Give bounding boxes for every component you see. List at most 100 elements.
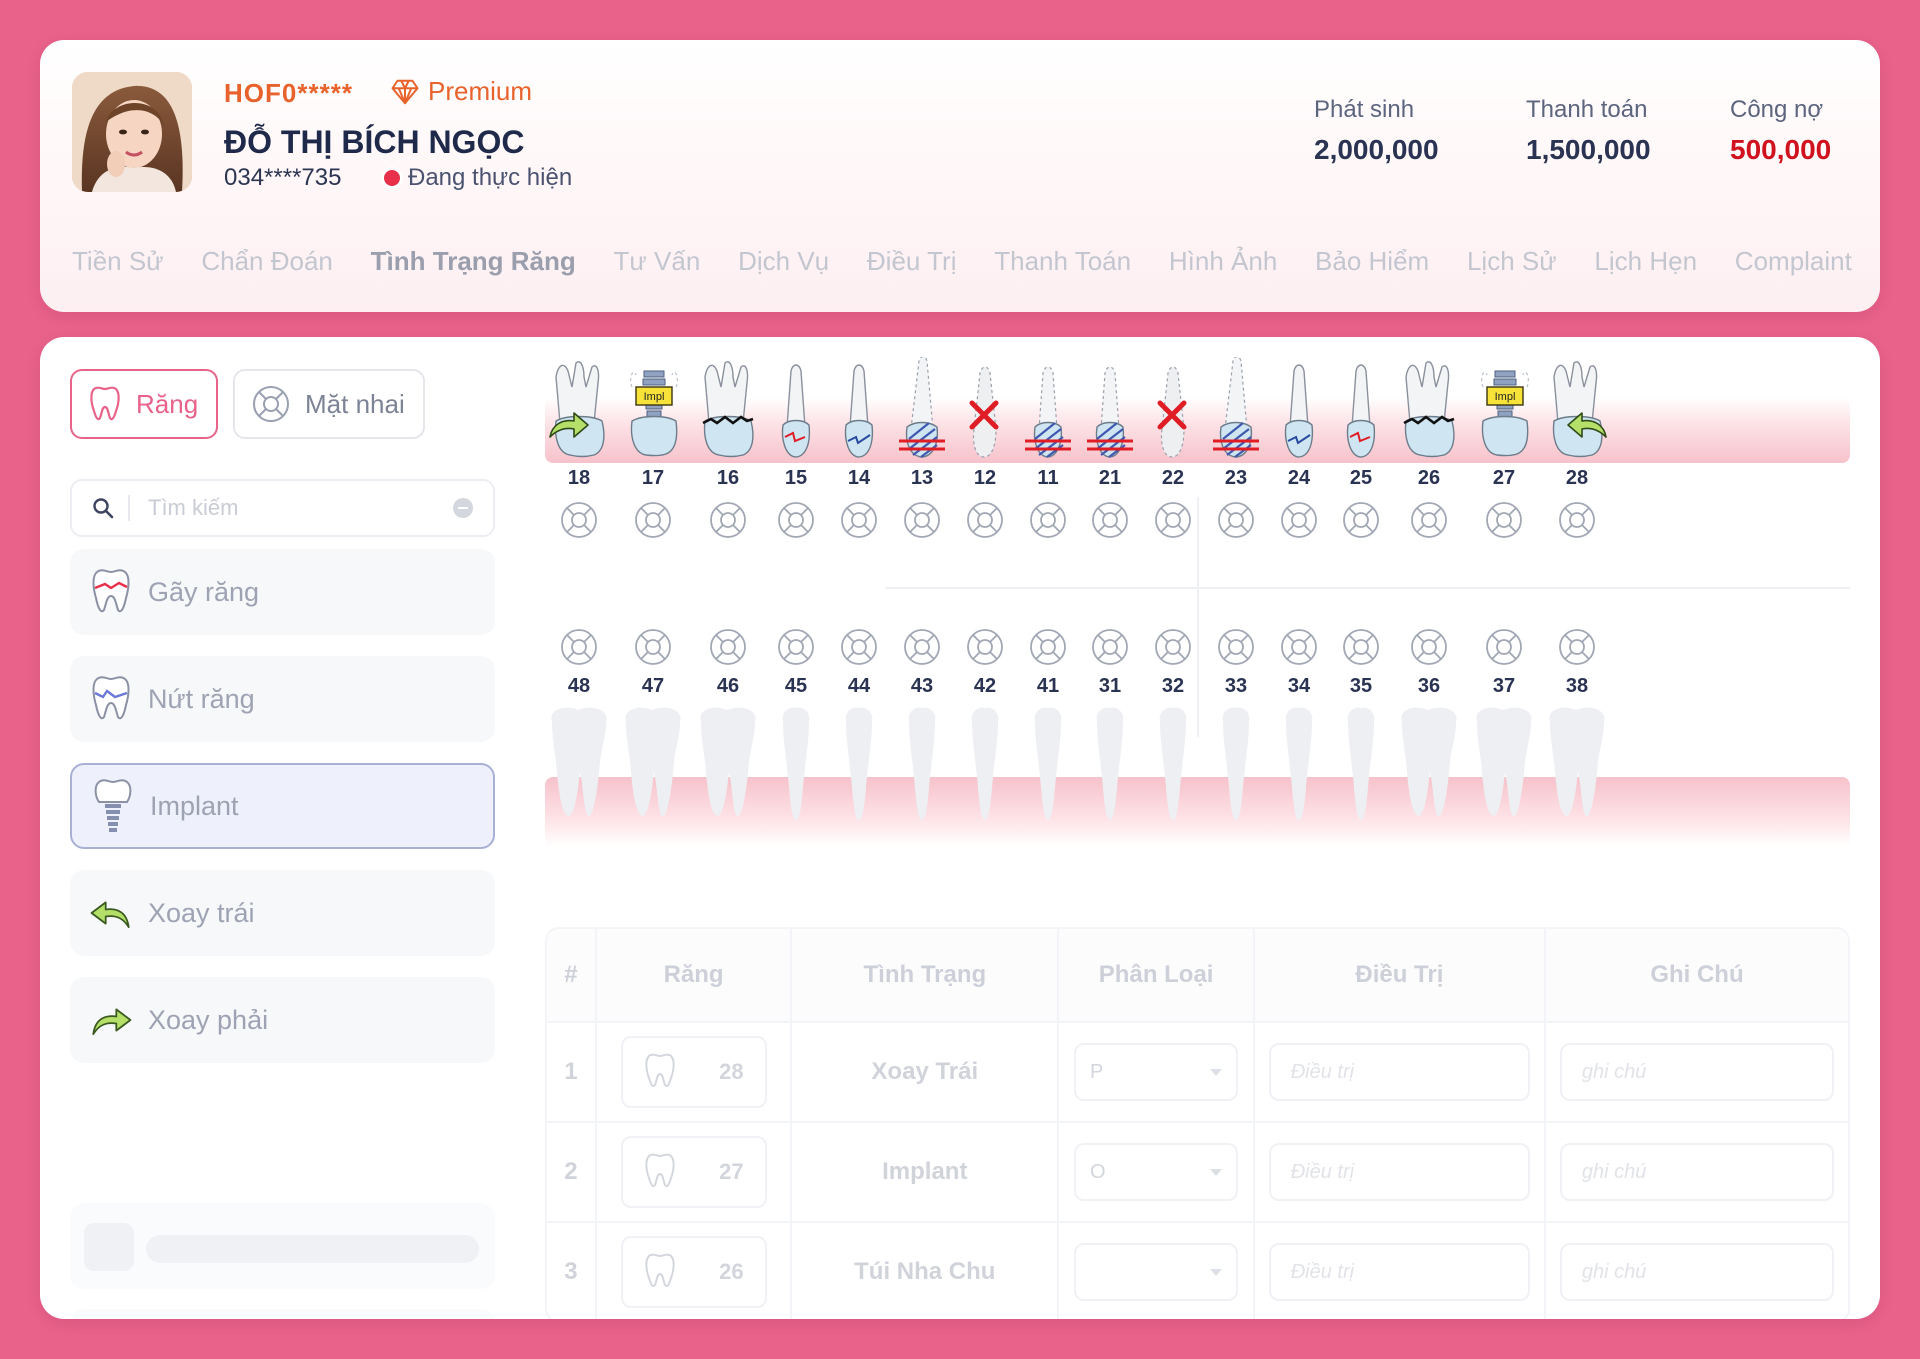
premium-label: Premium xyxy=(428,76,533,106)
chevron-down-icon xyxy=(1210,1268,1223,1276)
tab-item[interactable]: Bảo Hiểm xyxy=(1315,246,1429,277)
tooth-chip[interactable]: 28 xyxy=(620,1036,767,1108)
table-row: 2 27 Implant O Điều trị ghi chú xyxy=(547,1121,1848,1221)
tooth-number: 26 xyxy=(1417,467,1441,489)
note-input[interactable]: ghi chú xyxy=(1559,1243,1834,1301)
occlusal-surface-icon[interactable] xyxy=(539,500,619,540)
tooth-chip[interactable]: 26 xyxy=(620,1236,767,1308)
mode-occlusal-button[interactable]: Mặt nhai xyxy=(233,369,425,439)
occlusal-surface-icon[interactable] xyxy=(613,627,693,667)
condition-item[interactable]: Nứt răng xyxy=(70,656,495,742)
condition-item[interactable]: Xoay phải xyxy=(70,977,495,1063)
row-index: 3 xyxy=(547,1223,597,1319)
occlusal-surface-icon[interactable] xyxy=(1464,500,1544,540)
condition-item[interactable]: Xoay trái xyxy=(70,870,495,956)
tab-item[interactable]: Hình Ảnh xyxy=(1169,246,1277,277)
tab-item[interactable]: Tình Trạng Răng xyxy=(371,246,576,277)
tooth-number: 38 xyxy=(1565,675,1589,697)
clear-search-icon[interactable] xyxy=(453,498,473,518)
condition-table: # Răng Tình Trạng Phân Loại Điều Trị Ghi… xyxy=(545,927,1850,1319)
treatment-status: Đang thực hiện xyxy=(384,164,572,192)
stat-label: Phát sinh xyxy=(1314,96,1415,123)
occlusal-surface-icon[interactable] xyxy=(1464,627,1544,667)
upper-tooth[interactable]: 28 xyxy=(1537,357,1617,540)
stat-incurred: Phát sinh 2,000,000 xyxy=(1314,96,1439,166)
tooth-37-graphic[interactable] xyxy=(1464,702,1544,827)
tab-item[interactable]: Lịch Hẹn xyxy=(1594,246,1697,277)
tab-item[interactable]: Lịch Sử xyxy=(1467,246,1557,277)
treatment-input[interactable]: Điều trị xyxy=(1268,1043,1530,1101)
treatment-input[interactable]: Điều trị xyxy=(1268,1243,1530,1301)
lower-tooth[interactable]: 47 xyxy=(613,627,693,827)
tooth-27-graphic[interactable]: Impl xyxy=(1464,357,1544,461)
condition-item[interactable]: Implant xyxy=(70,763,495,849)
dental-chart: 18 Impl 17 16 15 14 13 12 11 21 22 23 24… xyxy=(545,357,1850,897)
tooth-chip-number: 27 xyxy=(719,1159,744,1184)
diamond-icon xyxy=(391,79,419,104)
condition-item[interactable]: Gãy răng xyxy=(70,549,495,635)
upper-tooth[interactable]: Impl 27 xyxy=(1464,357,1544,540)
upper-tooth[interactable]: Impl 17 xyxy=(613,357,693,540)
lower-tooth[interactable]: 48 xyxy=(539,627,619,827)
tab-item[interactable]: Tư Vấn xyxy=(614,246,701,277)
stat-label: Công nợ xyxy=(1730,96,1824,123)
cracked-tooth-icon xyxy=(88,672,134,726)
tooth-icon xyxy=(645,1153,676,1188)
tab-item[interactable]: Tiền Sử xyxy=(72,246,164,277)
table-row: 1 28 Xoay Trái P Điều trị ghi chú xyxy=(547,1021,1848,1121)
patient-phone: 034****735 xyxy=(224,164,342,191)
condition-label: Implant xyxy=(150,790,239,821)
tooth-18-graphic[interactable] xyxy=(539,357,619,461)
mode-teeth-button[interactable]: Răng xyxy=(70,369,218,439)
note-input[interactable]: ghi chú xyxy=(1559,1143,1834,1201)
tooth-48-graphic[interactable] xyxy=(539,702,619,827)
occlusal-surface-icon[interactable] xyxy=(1389,627,1469,667)
tab-item[interactable]: Dịch Vụ xyxy=(738,246,829,277)
condition-search xyxy=(70,479,495,537)
occlusal-surface-icon xyxy=(253,386,289,422)
occlusal-surface-icon[interactable] xyxy=(1537,500,1617,540)
classification-select[interactable]: P xyxy=(1074,1043,1239,1101)
search-input[interactable] xyxy=(128,495,439,521)
search-icon xyxy=(93,498,114,519)
lower-tooth[interactable]: 36 xyxy=(1389,627,1469,827)
table-row: 3 26 Túi Nha Chu Điều trị ghi chú xyxy=(547,1221,1848,1319)
stat-value: 1,500,000 xyxy=(1526,134,1651,165)
tab-item[interactable]: Chẩn Đoán xyxy=(201,246,333,277)
tab-item[interactable]: Điều Trị xyxy=(867,246,957,277)
tooth-status-panel: Răng Mặt nhai Gãy răng Nứt răng Implant Xoa… xyxy=(40,337,1880,1319)
occlusal-surface-icon[interactable] xyxy=(1389,500,1469,540)
condition-cell: Implant xyxy=(792,1123,1060,1221)
tab-item[interactable]: Thanh Toán xyxy=(994,246,1131,277)
upper-tooth[interactable]: 26 xyxy=(1389,357,1469,540)
chevron-down-icon xyxy=(1210,1068,1223,1076)
classification-select[interactable]: O xyxy=(1074,1143,1239,1201)
tooth-17-graphic[interactable]: Impl xyxy=(613,357,693,461)
occlusal-surface-icon[interactable] xyxy=(1537,627,1617,667)
tooth-38-graphic[interactable] xyxy=(1537,702,1617,827)
condition-label: Xoay trái xyxy=(148,897,255,928)
classification-select[interactable] xyxy=(1074,1243,1239,1301)
tooth-number: 27 xyxy=(1492,467,1516,489)
tooth-number: 48 xyxy=(567,675,591,697)
arch-divider xyxy=(885,587,1850,589)
tooth-chip[interactable]: 27 xyxy=(620,1136,767,1208)
tooth-36-graphic[interactable] xyxy=(1389,702,1469,827)
tooth-number: 47 xyxy=(641,675,665,697)
classification-value: O xyxy=(1090,1160,1106,1183)
tooth-number: 28 xyxy=(1565,467,1589,489)
treatment-input[interactable]: Điều trị xyxy=(1268,1143,1530,1201)
note-input[interactable]: ghi chú xyxy=(1559,1043,1834,1101)
lower-tooth[interactable]: 38 xyxy=(1537,627,1617,827)
tooth-26-graphic[interactable] xyxy=(1389,357,1469,461)
tooth-28-graphic[interactable] xyxy=(1537,357,1617,461)
lower-tooth[interactable]: 37 xyxy=(1464,627,1544,827)
tooth-number: 18 xyxy=(567,467,591,489)
avatar xyxy=(72,72,192,192)
tab-item[interactable]: Complaint xyxy=(1735,246,1852,277)
upper-tooth[interactable]: 18 xyxy=(539,357,619,540)
tooth-47-graphic[interactable] xyxy=(613,702,693,827)
occlusal-surface-icon[interactable] xyxy=(539,627,619,667)
occlusal-surface-icon[interactable] xyxy=(613,500,693,540)
tooth-number: 36 xyxy=(1417,675,1441,697)
